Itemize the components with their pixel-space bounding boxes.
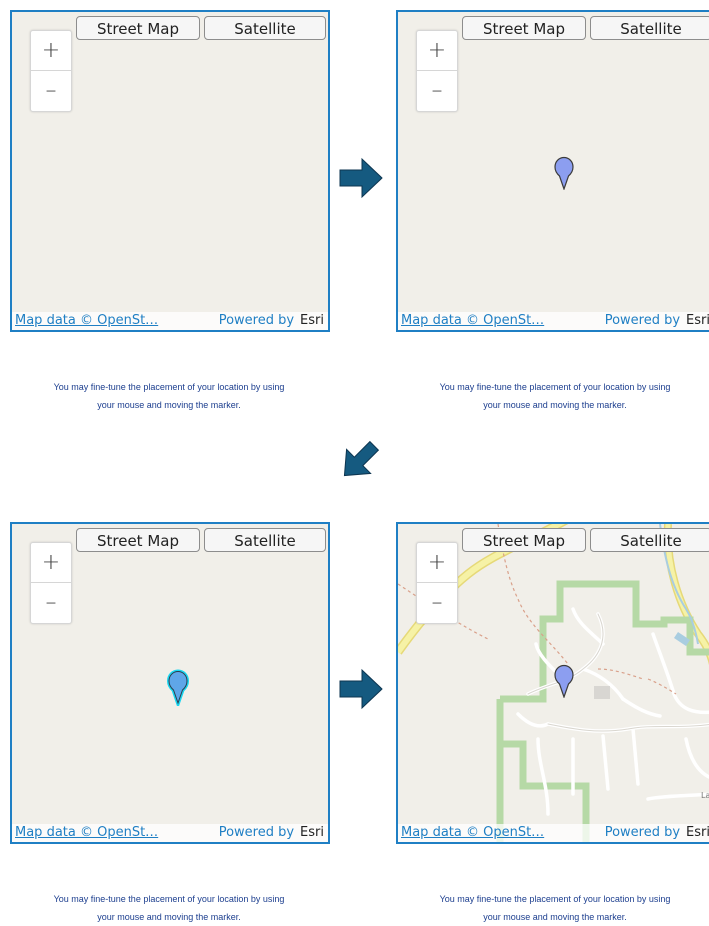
map-view[interactable]: + – Street Map Satellite Map data © Open… — [396, 10, 709, 332]
zoom-in-button[interactable]: + — [31, 543, 71, 583]
map-view[interactable]: + – Street Map Satellite Map data © Open… — [10, 10, 330, 332]
satellite-button[interactable]: Satellite — [204, 16, 326, 40]
esri-label: Esri — [686, 313, 709, 328]
street-map-button[interactable]: Street Map — [76, 528, 200, 552]
esri-label: Esri — [300, 313, 324, 328]
map-pin-icon[interactable] — [166, 668, 190, 710]
map-attribution: Map data © OpenSt… Powered by Esri — [398, 824, 709, 842]
street-map-button[interactable]: Street Map — [462, 528, 586, 552]
instruction-text: You may fine-tune the placement of your … — [396, 890, 709, 926]
instruction-line-2: your mouse and moving the marker. — [483, 400, 627, 410]
instruction-line-1: You may fine-tune the placement of your … — [53, 382, 285, 392]
powered-by-label: Powered by — [604, 313, 681, 328]
map-attribution: Map data © OpenSt… Powered by Esri — [12, 312, 328, 330]
instruction-text: You may fine-tune the placement of your … — [10, 378, 328, 414]
map-pin-icon[interactable] — [554, 156, 574, 191]
map-pin-icon[interactable] — [554, 664, 574, 699]
instruction-line-2: your mouse and moving the marker. — [483, 912, 627, 922]
map-view[interactable]: La + – Street Map Satellite Map data © O… — [396, 522, 709, 844]
osm-attribution-link[interactable]: Map data © OpenSt… — [15, 312, 158, 330]
instruction-line-1: You may fine-tune the placement of your … — [439, 894, 671, 904]
satellite-button[interactable]: Satellite — [204, 528, 326, 552]
powered-by: Powered by Esri — [605, 312, 709, 330]
zoom-control: + – — [30, 542, 72, 624]
zoom-in-button[interactable]: + — [31, 31, 71, 71]
osm-attribution-link[interactable]: Map data © OpenSt… — [15, 824, 158, 842]
zoom-control: + – — [416, 542, 458, 624]
zoom-control: + – — [30, 30, 72, 112]
map-attribution: Map data © OpenSt… Powered by Esri — [12, 824, 328, 842]
powered-by-label: Powered by — [604, 825, 681, 840]
powered-by: Powered by Esri — [605, 824, 709, 842]
flow-arrow-icon — [343, 440, 380, 477]
instruction-line-1: You may fine-tune the placement of your … — [439, 382, 671, 392]
instruction-line-1: You may fine-tune the placement of your … — [53, 894, 285, 904]
powered-by-label: Powered by — [218, 825, 295, 840]
map-attribution: Map data © OpenSt… Powered by Esri — [398, 312, 709, 330]
flow-arrow-icon — [339, 668, 383, 710]
instruction-line-2: your mouse and moving the marker. — [97, 912, 241, 922]
svg-text:La: La — [701, 791, 709, 800]
zoom-out-button[interactable]: – — [417, 583, 457, 623]
street-map-button[interactable]: Street Map — [462, 16, 586, 40]
satellite-button[interactable]: Satellite — [590, 16, 709, 40]
flow-arrow-icon — [339, 157, 383, 199]
powered-by-label: Powered by — [218, 313, 295, 328]
instruction-line-2: your mouse and moving the marker. — [97, 400, 241, 410]
zoom-out-button[interactable]: – — [31, 71, 71, 111]
zoom-in-button[interactable]: + — [417, 543, 457, 583]
zoom-out-button[interactable]: – — [417, 71, 457, 111]
zoom-out-button[interactable]: – — [31, 583, 71, 623]
osm-attribution-link[interactable]: Map data © OpenSt… — [401, 312, 544, 330]
street-map-button[interactable]: Street Map — [76, 16, 200, 40]
osm-attribution-link[interactable]: Map data © OpenSt… — [401, 824, 544, 842]
instruction-text: You may fine-tune the placement of your … — [10, 890, 328, 926]
instruction-text: You may fine-tune the placement of your … — [396, 378, 709, 414]
powered-by: Powered by Esri — [219, 312, 324, 330]
powered-by: Powered by Esri — [219, 824, 324, 842]
satellite-button[interactable]: Satellite — [590, 528, 709, 552]
esri-label: Esri — [686, 825, 709, 840]
zoom-control: + – — [416, 30, 458, 112]
esri-label: Esri — [300, 825, 324, 840]
zoom-in-button[interactable]: + — [417, 31, 457, 71]
map-view[interactable]: + – Street Map Satellite Map data © Open… — [10, 522, 330, 844]
